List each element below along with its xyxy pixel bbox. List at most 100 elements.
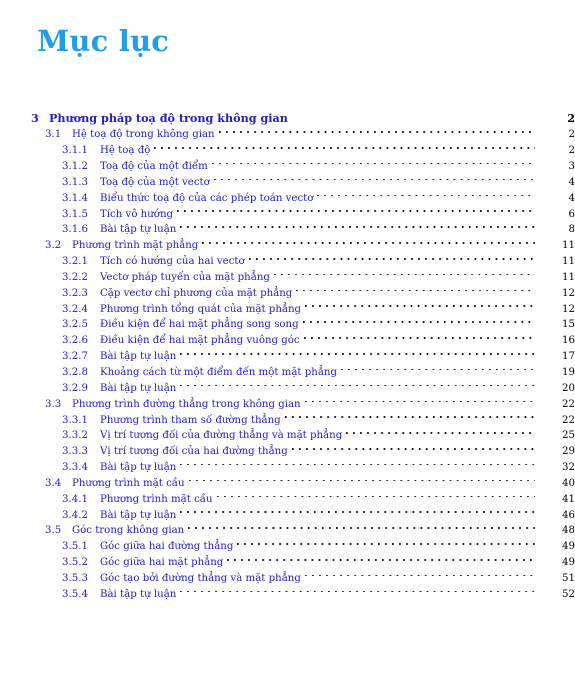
toc-entry-page-number: 11 (562, 240, 575, 252)
toc-entry-page-number: 32 (562, 462, 575, 474)
toc-entry-page-number: 49 (562, 541, 575, 553)
toc-entry-page-number: 11 (562, 256, 575, 268)
toc-entry-label: Bài tập tự luận (100, 588, 177, 600)
toc-entry-number: 3.4 (45, 477, 62, 489)
toc-entry-number: 3.3.4 (62, 462, 88, 474)
toc-leader-dots (154, 137, 535, 153)
toc-entry-label: Toạ độ của một vectơ (100, 176, 210, 188)
toc-leader-dots (292, 101, 535, 122)
toc-leader-dots (284, 407, 535, 423)
toc-entry-label: Điều kiện để hai mặt phẳng song song (100, 319, 299, 331)
toc-entry-label: Bài tập tự luận (100, 509, 177, 521)
toc-entry-number: 3.1.3 (62, 176, 88, 188)
toc-entry-page-number: 40 (562, 477, 575, 489)
toc-entry-label: Phương trình đường thẳng trong không gia… (72, 398, 301, 410)
toc-leader-dots (248, 248, 535, 264)
toc-leader-dots (211, 153, 535, 169)
toc-entry-number: 3.5 (45, 525, 62, 537)
toc-leader-dots (202, 232, 535, 248)
toc-entry-number: 3.3.2 (62, 430, 88, 442)
toc-entry-label: Góc giữa hai mặt phẳng (100, 557, 224, 569)
toc-entry-number: 3.5.1 (62, 541, 88, 553)
toc-leader-dots (317, 185, 535, 201)
toc-leader-dots (188, 518, 535, 534)
toc-list: 3 Phương pháp toạ độ trong không gian 2 3.1… (0, 101, 575, 600)
toc-entry-page-number: 25 (562, 430, 575, 442)
toc-entry-number: 3.2.2 (62, 271, 88, 283)
toc-entry-number: 3.3 (45, 398, 62, 410)
toc-entry-label: Góc trong không gian (72, 525, 185, 537)
toc-entry-number: 3.1.5 (62, 208, 88, 220)
toc-entry-number: 3.2 (45, 240, 62, 252)
toc-entry[interactable]: 3 Phương pháp toạ độ trong không gian 2 (0, 101, 575, 125)
toc-leader-dots (180, 343, 535, 359)
toc-leader-dots (213, 169, 535, 185)
toc-entry-label: Bài tập tự luận (100, 462, 177, 474)
toc-entry-number: 3.2.9 (62, 382, 88, 394)
toc-entry-page-number: 46 (562, 509, 575, 521)
toc-entry-page-number: 22 (562, 414, 575, 426)
toc-entry-label: Hệ toạ độ (100, 145, 151, 157)
toc-entry-page-number: 17 (562, 351, 575, 363)
toc-entry-page-number: 49 (562, 557, 575, 569)
toc-entry-page-number: 51 (562, 572, 575, 584)
toc-entry-page-number: 16 (562, 335, 575, 347)
toc-entry-number: 3.2.7 (62, 351, 88, 363)
toc-entry-number: 3.1.2 (62, 161, 88, 173)
toc-entry-label: Tích có hướng của hai vectơ (100, 256, 245, 268)
toc-entry-label: Bài tập tự luận (100, 382, 177, 394)
toc-entry-page-number: 15 (562, 319, 575, 331)
toc-entry-page-number: 19 (562, 367, 575, 378)
toc-entry-label: Bài tập tự luận (100, 351, 177, 363)
toc-entry-number: 3.5.3 (62, 572, 88, 584)
toc-entry-page-number: 22 (562, 398, 575, 410)
toc-leader-dots (304, 565, 535, 581)
toc-leader-dots (305, 296, 535, 312)
toc-leader-dots (177, 201, 535, 217)
toc-entry-page-number: 3 (568, 161, 575, 173)
toc-leader-dots (180, 581, 535, 597)
toc-entry-number: 3.3.1 (62, 414, 88, 426)
toc-entry-page-number: 8 (568, 224, 575, 236)
toc-entry-number: 3.1.1 (62, 145, 88, 157)
toc-entry-number: 3.2.8 (62, 367, 88, 378)
toc-entry-number: 3.2.1 (62, 256, 88, 268)
toc-entry-page-number: 4 (568, 192, 575, 204)
toc-entry-label: Phương trình tham số đường thẳng (100, 414, 281, 426)
toc-leader-dots (180, 217, 535, 233)
toc-entry-number: 3.2.5 (62, 319, 88, 331)
toc-entry-number: 3.2.6 (62, 335, 88, 347)
toc-entry-page-number: 12 (562, 287, 575, 299)
toc-entry-number: 3.1 (45, 129, 62, 141)
toc-entry-page-number: 2 (568, 129, 575, 141)
toc-entry-page-number: 6 (568, 208, 575, 220)
toc-entry-page-number: 2 (568, 145, 575, 157)
toc-entry-number: 3 (31, 110, 39, 125)
toc-entry-page-number: 52 (562, 588, 575, 600)
toc-leader-dots (302, 312, 535, 328)
toc-entry-number: 3.3.3 (62, 446, 88, 458)
toc-entry-number: 3.5.2 (62, 557, 88, 569)
toc-entry-label: Toạ độ của một điểm (100, 161, 208, 173)
toc-leader-dots (216, 486, 535, 502)
toc-entry-page-number: 29 (562, 446, 575, 458)
toc-leader-dots (273, 264, 535, 280)
toc-leader-dots (227, 549, 535, 565)
toc-entry-label: Tích vô hướng (100, 208, 174, 220)
toc-leader-dots (291, 438, 535, 454)
toc-leader-dots (304, 391, 535, 407)
toc-entry-page-number: 12 (562, 303, 575, 315)
toc-entry-number: 3.2.3 (62, 287, 88, 299)
toc-leader-dots (180, 375, 535, 391)
toc-entry-number: 3.1.4 (62, 192, 88, 204)
toc-entry-label: Phương trình tổng quát của mặt phẳng (100, 303, 302, 315)
toc-entry-number: 3.4.2 (62, 509, 88, 521)
toc-entry-number: 3.2.4 (62, 303, 88, 315)
toc-leader-dots (296, 280, 535, 296)
toc-entry-number: 3.4.1 (62, 493, 88, 505)
toc-entry-label: Góc giữa hai đường thẳng (100, 541, 234, 553)
toc-entry-number: 3.1.6 (62, 224, 88, 236)
toc-leader-dots (303, 327, 535, 343)
toc-entry-page-number: 11 (562, 271, 575, 283)
toc-entry-label: Phương trình mặt phẳng (72, 240, 199, 252)
